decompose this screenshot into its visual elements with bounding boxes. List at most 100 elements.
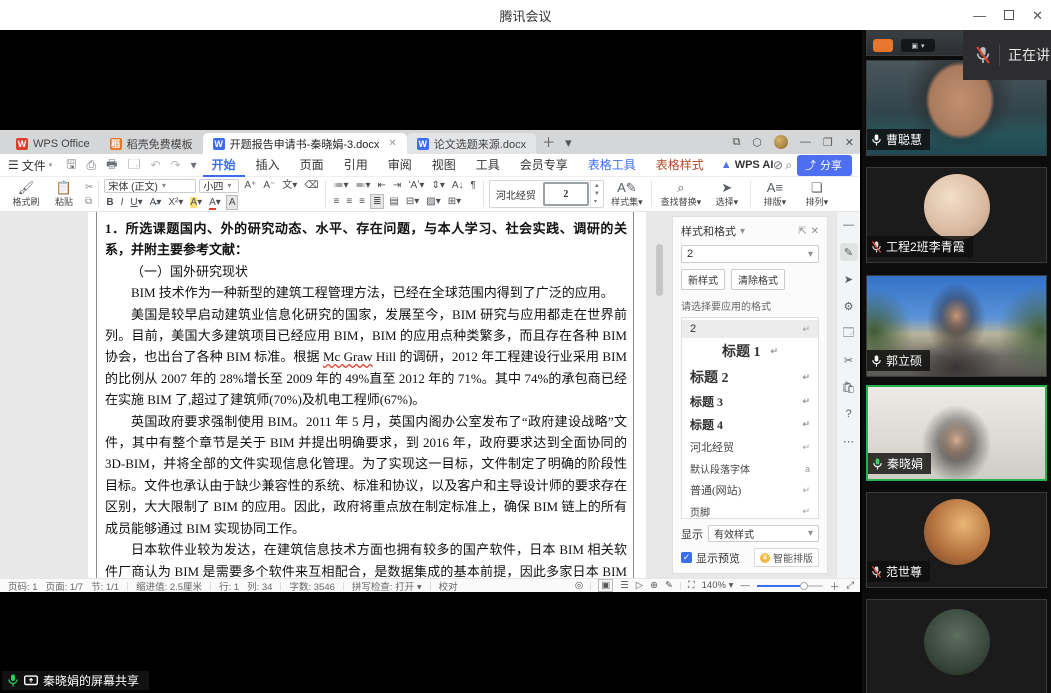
save-icon[interactable]: 🖫 xyxy=(62,155,80,176)
align-right-button[interactable]: ≡ xyxy=(357,195,367,208)
style-item[interactable]: 河北经贸↵ xyxy=(682,436,818,458)
ribbon-tab-member[interactable]: 会员专享 xyxy=(511,154,577,177)
close-button[interactable]: ✕ xyxy=(1032,9,1043,22)
participant-tile-partial-bottom[interactable] xyxy=(866,599,1047,693)
style-gallery-more-icon[interactable]: ▾ xyxy=(594,198,600,205)
play-fullscreen-icon[interactable]: ▷ xyxy=(636,580,643,591)
properties-sliders-icon[interactable]: ⚙ xyxy=(840,297,858,315)
style-item[interactable]: 标题 4↵ xyxy=(682,413,818,436)
styles-panel-caret-icon[interactable]: ▾ xyxy=(740,226,745,237)
bold-button[interactable]: B xyxy=(104,196,115,209)
style-set-button[interactable]: A✎ 样式集▾ xyxy=(608,181,646,208)
rail-handle[interactable]: — xyxy=(840,216,858,234)
more-commands-caret-icon[interactable]: ▾ xyxy=(187,158,201,172)
ribbon-tab-table-tools[interactable]: 表格工具 xyxy=(579,154,645,177)
zoom-slider[interactable] xyxy=(757,585,823,587)
maximize-button[interactable] xyxy=(1004,10,1014,20)
ribbon-tab-insert[interactable]: 插入 xyxy=(247,154,289,177)
italic-button[interactable]: I xyxy=(119,196,126,209)
document-scrollbar[interactable] xyxy=(656,244,663,296)
file-menu[interactable]: ☰ 文件 ▾ xyxy=(8,157,52,174)
zoom-slider-handle[interactable] xyxy=(800,582,808,590)
style-item[interactable]: 标题 3↵ xyxy=(682,390,818,413)
style-gallery-item-hebei[interactable]: 河北经贸 xyxy=(490,181,542,207)
participant-tile[interactable]: 工程2班李青霞 xyxy=(866,167,1047,263)
ribbon-tab-review[interactable]: 审阅 xyxy=(379,154,421,177)
tab-list-caret-icon[interactable]: ▾ xyxy=(565,135,572,151)
typeset-button[interactable]: A≡ 排版▾ xyxy=(756,181,794,208)
superscript-button[interactable]: X²▾ xyxy=(166,196,185,209)
ribbon-tab-home[interactable]: 开始 xyxy=(203,154,245,177)
bullet-list-button[interactable]: ≔▾ xyxy=(331,179,350,192)
ribbon-tab-tools[interactable]: 工具 xyxy=(467,154,509,177)
minimize-button[interactable]: — xyxy=(973,9,986,22)
redo-icon[interactable]: ↷ xyxy=(167,158,185,172)
decrease-indent-icon[interactable]: ⇤ xyxy=(376,179,388,192)
status-proofread[interactable]: 校对 xyxy=(439,579,458,593)
style-item[interactable]: 标题 1↵ xyxy=(682,338,818,364)
document-canvas[interactable]: 1．所选课题国内、外的研究动态、水平、存在问题，与本人学习、社会实践、调研的关系… xyxy=(0,212,652,578)
style-gallery-down-icon[interactable]: ▼ xyxy=(594,191,600,197)
strikethrough-button[interactable]: A̶▾ xyxy=(148,196,164,209)
increase-font-icon[interactable]: A⁺ xyxy=(242,179,258,192)
tools-icon[interactable]: ✂ xyxy=(840,351,858,369)
split-view-icon[interactable]: ⧉ xyxy=(732,136,740,149)
font-color-button[interactable]: A▾ xyxy=(207,196,223,209)
cloud-sync-icon[interactable]: ⊘ xyxy=(769,158,787,172)
highlight-button[interactable]: A▾ xyxy=(188,196,204,209)
ink-pen-icon[interactable]: ✎ xyxy=(665,580,673,591)
number-list-button[interactable]: ≕▾ xyxy=(354,179,373,192)
copy-icon[interactable]: ⧉ xyxy=(85,196,93,207)
mic-muted-icon[interactable] xyxy=(975,45,991,65)
paste-button[interactable]: 📋 粘贴 xyxy=(47,181,81,208)
clear-format-button[interactable]: 清除格式 xyxy=(731,269,785,290)
smart-typeset-button[interactable]: ¥ 智能排版 xyxy=(754,548,819,567)
web-layout-icon[interactable]: ⊕ xyxy=(650,580,658,591)
clear-format-icon[interactable]: ⌫ xyxy=(302,179,320,192)
export-pdf-icon[interactable]: ⎙ xyxy=(83,158,101,173)
document-page[interactable]: 1．所选课题国内、外的研究动态、水平、存在问题，与本人学习、社会实践、调研的关系… xyxy=(88,212,646,578)
ribbon-tab-view[interactable]: 视图 xyxy=(423,154,465,177)
undo-icon[interactable]: ↶ xyxy=(146,158,164,172)
show-filter-select[interactable]: 有效样式 ▾ xyxy=(708,525,819,542)
arrange-button[interactable]: ❏ 排列▾ xyxy=(798,181,836,208)
justify-button[interactable]: ≣ xyxy=(370,194,384,209)
font-size-select[interactable]: 小四▾ xyxy=(199,179,239,193)
align-left-button[interactable]: ≡ xyxy=(331,195,341,208)
ribbon-tab-table-style[interactable]: 表格样式 xyxy=(647,154,713,177)
style-gallery-up-icon[interactable]: ▲ xyxy=(594,183,600,189)
select-button[interactable]: ➤ 选择▾ xyxy=(709,181,745,208)
tab-document-active[interactable]: W 开题报告申请书-秦晓娟-3.docx ✕ xyxy=(203,133,407,154)
ribbon-tab-page[interactable]: 页面 xyxy=(291,154,333,177)
ribbon-tab-reference[interactable]: 引用 xyxy=(335,154,377,177)
select-cursor-icon[interactable]: ➤ xyxy=(840,270,858,288)
tab-wps-office[interactable]: W WPS Office xyxy=(6,133,100,154)
participant-tile[interactable]: 范世尊 xyxy=(866,492,1047,588)
styles-panel-close-icon[interactable]: ✕ xyxy=(811,226,819,237)
char-scale-icon[interactable]: ʻAʼ▾ xyxy=(406,179,426,192)
print-icon[interactable]: 🖶 xyxy=(102,155,121,176)
format-painter-button[interactable]: 🖌 格式刷 xyxy=(9,181,43,208)
eye-protect-icon[interactable]: ◎ xyxy=(575,580,583,591)
distribute-button[interactable]: ▤ xyxy=(387,195,400,208)
show-preview-checkbox[interactable]: ✓ xyxy=(681,552,692,563)
pin-icon[interactable]: ⇱ xyxy=(798,226,806,237)
style-item[interactable]: 普通(网站)↵ xyxy=(682,479,818,501)
font-name-select[interactable]: 宋体 (正文)▾ xyxy=(104,179,196,193)
zoom-level[interactable]: 140% ▾ xyxy=(702,580,734,591)
participant-tile-active-speaker[interactable]: 秦晓娟 xyxy=(866,385,1047,481)
line-spacing-icon[interactable]: ⇕▾ xyxy=(429,179,446,192)
page-view-icon[interactable]: ▣ xyxy=(598,579,613,592)
cut-icon[interactable]: ✂ xyxy=(85,182,93,193)
zoom-out-button[interactable]: — xyxy=(740,580,750,591)
account-avatar[interactable] xyxy=(774,135,788,149)
status-spellcheck[interactable]: 拼写检查: 打开 ▾ xyxy=(352,579,422,593)
print-preview-icon[interactable]: 🗔 xyxy=(123,155,144,176)
style-item[interactable]: 标题 2↵ xyxy=(682,364,818,390)
underline-button[interactable]: U▾ xyxy=(128,196,144,209)
tab-close-icon[interactable]: ✕ xyxy=(388,138,396,149)
decrease-font-icon[interactable]: A⁻ xyxy=(261,179,277,192)
fullscreen-icon[interactable]: ⤢ xyxy=(846,580,854,591)
app-center-icon[interactable]: ⬡ xyxy=(752,136,762,149)
border-button[interactable]: ⊞▾ xyxy=(446,195,463,208)
